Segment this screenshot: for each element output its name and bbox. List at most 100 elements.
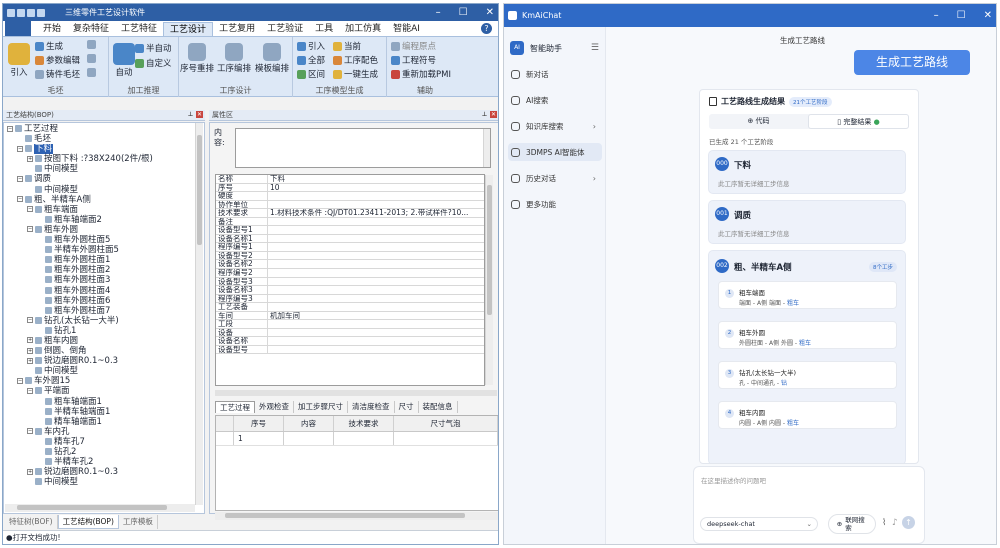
tree-node[interactable]: 钻孔2 — [5, 447, 199, 457]
expand-icon[interactable]: + — [27, 155, 33, 162]
help-icon[interactable]: ? — [481, 23, 492, 34]
property-value[interactable]: 下料 — [268, 175, 484, 183]
property-value[interactable] — [268, 329, 484, 337]
property-row[interactable]: 设备型号 — [216, 345, 484, 355]
property-scrollbar[interactable] — [485, 175, 493, 385]
property-row[interactable]: 设备型号3 — [216, 277, 484, 287]
quick-access-toolbar[interactable] — [7, 8, 45, 17]
property-row[interactable]: 程序编号2 — [216, 269, 484, 278]
tree-node[interactable]: − 粗车端面 — [5, 205, 199, 215]
tree-node[interactable]: 中间模型 — [5, 185, 199, 195]
collapse-icon[interactable]: − — [7, 125, 13, 132]
property-value[interactable] — [268, 346, 484, 354]
current-model-button[interactable]: 当前 — [333, 40, 361, 52]
tree-node[interactable]: 中间模型 — [5, 477, 199, 487]
web-search-toggle[interactable]: ⊕ 联网搜索 — [828, 514, 876, 534]
tree-node[interactable]: + 倒圆、倒角 — [5, 346, 199, 356]
sidebar-item[interactable]: 新对话 — [508, 65, 602, 83]
tab-bop[interactable]: 工艺结构(BOP) — [57, 515, 119, 529]
collapse-icon[interactable]: − — [27, 206, 33, 213]
collapse-icon[interactable]: − — [27, 317, 33, 324]
tree-hscrollbar[interactable] — [5, 504, 195, 512]
param-edit-button[interactable]: 参数编辑 — [35, 54, 80, 66]
template-edit-button[interactable]: 模板编排 — [255, 43, 289, 74]
sub-tab[interactable]: 清洁度检查 — [348, 401, 395, 413]
tab-process-verify[interactable]: 工艺验证 — [261, 22, 309, 36]
casting-blank-button[interactable]: 铸件毛坯 — [35, 68, 80, 80]
collapse-icon[interactable]: − — [17, 377, 23, 384]
expand-icon[interactable]: + — [27, 347, 33, 354]
property-value[interactable]: 10 — [268, 184, 484, 192]
expand-icon[interactable]: + — [27, 468, 33, 475]
tree-node[interactable]: − 下料 — [5, 144, 199, 155]
property-value[interactable] — [268, 295, 484, 303]
sub-tab[interactable]: 装配信息 — [419, 401, 458, 413]
tree-node[interactable]: − 粗、半精车A侧 — [5, 195, 199, 205]
link-icon[interactable] — [87, 54, 96, 63]
tree-node[interactable]: 毛坯 — [5, 134, 199, 144]
microphone-icon[interactable]: ♪ — [892, 518, 898, 528]
property-row[interactable]: 程序编号3 — [216, 294, 484, 304]
property-row[interactable]: 工段 — [216, 320, 484, 329]
collapse-icon[interactable]: − — [17, 175, 23, 182]
stage-card[interactable]: 001 调质 此工序暂无详细工步信息 — [708, 200, 906, 244]
tree-node[interactable]: − 粗车外圆 — [5, 225, 199, 235]
property-row[interactable]: 备注 — [216, 217, 484, 227]
tree-node[interactable]: 精车轴端面1 — [5, 417, 199, 427]
tab-code[interactable]: ⊕ 代码 — [709, 114, 808, 129]
property-row[interactable]: 设备名称3 — [216, 286, 484, 295]
property-value[interactable] — [268, 303, 484, 311]
property-value[interactable]: 机加车间 — [268, 312, 484, 320]
pin-icon[interactable]: ⊥ — [187, 111, 194, 118]
tree-node[interactable]: 粗车外圆柱面1 — [5, 255, 199, 265]
tree-node[interactable]: 粗车外圆柱面3 — [5, 275, 199, 285]
panel-close-icon[interactable]: ✕ — [196, 111, 203, 118]
property-value[interactable] — [268, 252, 484, 260]
tree-node[interactable]: − 平端面 — [5, 386, 199, 396]
tab-step-template[interactable]: 工序模板 — [119, 515, 158, 529]
step-card[interactable]: 3 钻孔(太长钻一大半) 孔 - 中间通孔 - 钻 — [718, 361, 897, 389]
property-row[interactable]: 技术要求 1.材料技术条件 :QJ/DT01.23411-2013; 2.带试样件… — [216, 209, 484, 218]
property-grid[interactable]: 名称 下料 序号 10 硬度 协作单位 技术要求 1.材料技术条件 :QJ/DT01.2341… — [215, 174, 485, 386]
expand-icon[interactable]: + — [27, 337, 33, 344]
model-select[interactable]: deepseek-chat ⌄ — [700, 517, 818, 531]
property-value[interactable] — [268, 235, 484, 243]
region-button[interactable]: 区间 — [297, 68, 325, 80]
link-icon[interactable] — [87, 40, 96, 49]
tree-node[interactable]: 中间模型 — [5, 164, 199, 174]
property-row[interactable]: 程序编号1 — [216, 243, 484, 252]
chevron-right-icon[interactable]: › — [593, 122, 596, 131]
chat-input[interactable]: 在这里描述你的问题吧 — [701, 475, 766, 485]
tree-node[interactable]: + 粗车内圆 — [5, 336, 199, 346]
property-value[interactable]: 1.材料技术条件 :QJ/DT01.23411-2013; 2.带试样件?10.… — [268, 209, 484, 217]
one-click-generate-button[interactable]: 一键生成 — [333, 68, 378, 80]
import-blank-button[interactable]: 引入 — [8, 43, 30, 78]
close-icon[interactable]: ✕ — [984, 10, 992, 21]
sub-tab[interactable]: 外观检查 — [255, 401, 294, 413]
tree-node[interactable]: − 车内孔 — [5, 427, 199, 437]
tab-process-reuse[interactable]: 工艺复用 — [213, 22, 261, 36]
property-row[interactable]: 设备型号2 — [216, 251, 484, 261]
custom-button[interactable]: 自定义 — [135, 57, 172, 69]
property-value[interactable] — [268, 286, 484, 294]
sub-tab[interactable]: 加工步骤尺寸 — [294, 401, 348, 413]
minimize-icon[interactable]: – — [436, 7, 441, 18]
collapse-icon[interactable]: − — [27, 428, 33, 435]
process-tree[interactable]: − 工艺过程 毛坯 − 下料 + 按图下料 :?38X240(2件/根) 中间模型 − 调质 中间模… — [5, 124, 199, 496]
tree-node[interactable]: − 工艺过程 — [5, 124, 199, 134]
model-import-button[interactable]: 引入 — [297, 40, 325, 52]
property-value[interactable] — [268, 337, 484, 345]
property-row[interactable]: 设备型号1 — [216, 226, 484, 235]
property-row[interactable]: 名称 下料 — [216, 175, 484, 184]
tree-node[interactable]: 精车孔7 — [5, 437, 199, 447]
tab-start[interactable]: 开始 — [37, 22, 67, 36]
property-row[interactable]: 车间 机加车间 — [216, 311, 484, 321]
semi-auto-button[interactable]: 半自动 — [135, 42, 172, 54]
tree-node[interactable]: 半精车轴端面1 — [5, 407, 199, 417]
collapse-sidebar-icon[interactable]: ☰ — [591, 43, 599, 53]
property-row[interactable]: 设备名称 — [216, 337, 484, 346]
send-icon[interactable]: ↑ — [902, 516, 915, 529]
step-card[interactable]: 4 粗车内圆 内圆 - A侧 内圆 - 粗车 — [718, 401, 897, 429]
tree-node[interactable]: − 调质 — [5, 174, 199, 184]
property-value[interactable] — [268, 201, 484, 209]
